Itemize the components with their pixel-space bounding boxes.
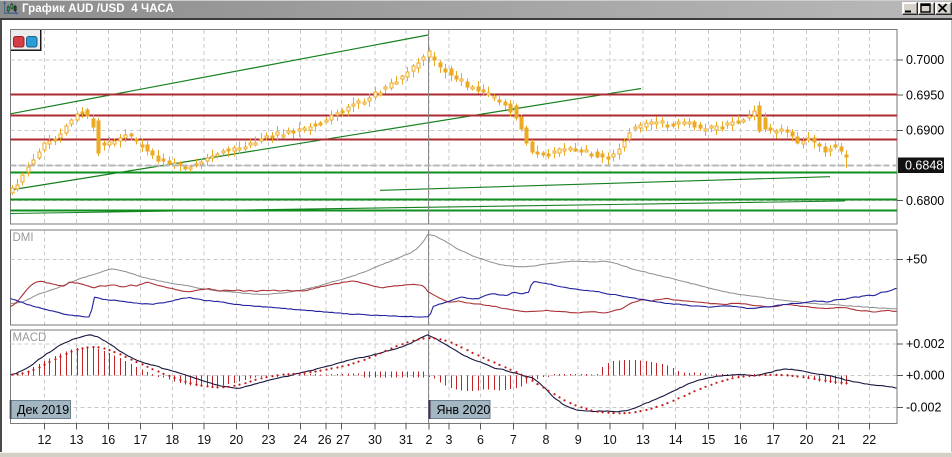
svg-text:12: 12	[38, 433, 52, 447]
svg-text:DMI: DMI	[13, 232, 34, 244]
svg-text:0.7000: 0.7000	[906, 53, 944, 67]
svg-text:9: 9	[575, 433, 582, 447]
svg-text:MACD: MACD	[13, 332, 47, 344]
svg-text:27: 27	[336, 433, 350, 447]
svg-text:14: 14	[669, 433, 683, 447]
svg-text:Янв 2020: Янв 2020	[437, 403, 491, 417]
svg-text:0.6848: 0.6848	[905, 159, 943, 173]
svg-text:0.6950: 0.6950	[906, 88, 944, 102]
svg-text:3: 3	[446, 433, 453, 447]
svg-text:31: 31	[399, 433, 413, 447]
svg-text:8: 8	[543, 433, 550, 447]
svg-text:10: 10	[603, 433, 617, 447]
svg-text:20: 20	[229, 433, 243, 447]
svg-text:16: 16	[734, 433, 748, 447]
svg-text:22: 22	[862, 433, 876, 447]
svg-text:0.6900: 0.6900	[906, 124, 944, 138]
svg-text:19: 19	[197, 433, 211, 447]
svg-text:6: 6	[477, 433, 484, 447]
svg-text:13: 13	[70, 433, 84, 447]
svg-text:20: 20	[800, 433, 814, 447]
svg-text:30: 30	[368, 433, 382, 447]
svg-text:15: 15	[701, 433, 715, 447]
svg-text:Дек 2019: Дек 2019	[17, 403, 69, 417]
svg-text:+0.000: +0.000	[906, 369, 945, 383]
svg-text:+50: +50	[906, 253, 927, 267]
svg-text:2: 2	[426, 433, 433, 447]
svg-text:+0.002: +0.002	[906, 337, 945, 351]
svg-text:17: 17	[134, 433, 148, 447]
svg-text:0.6800: 0.6800	[906, 194, 944, 208]
svg-text:7: 7	[510, 433, 517, 447]
svg-text:23: 23	[262, 433, 276, 447]
svg-text:13: 13	[636, 433, 650, 447]
svg-text:24: 24	[294, 433, 308, 447]
svg-text:16: 16	[101, 433, 115, 447]
svg-text:-0.002: -0.002	[906, 401, 941, 415]
svg-text:26: 26	[318, 433, 332, 447]
svg-text:18: 18	[165, 433, 179, 447]
svg-text:17: 17	[766, 433, 780, 447]
svg-text:21: 21	[832, 433, 846, 447]
